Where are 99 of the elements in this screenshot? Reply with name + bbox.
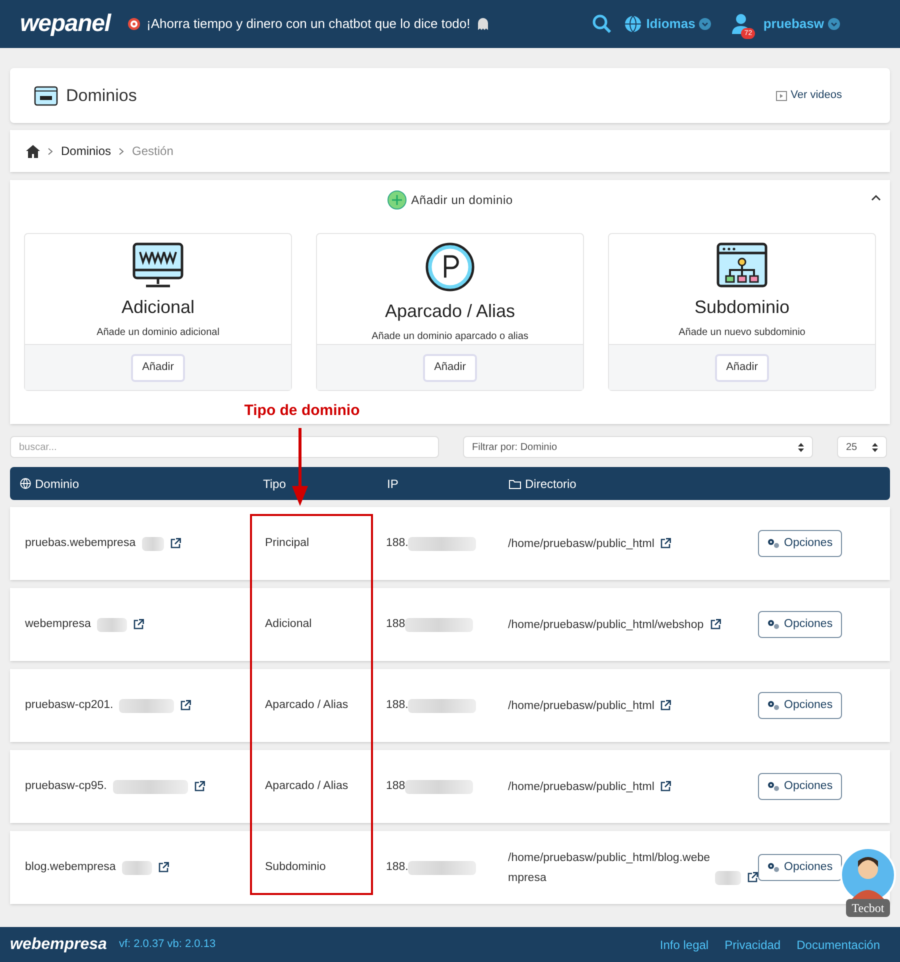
ip-text: 188. bbox=[386, 536, 408, 551]
chatbot-label: Tecbot bbox=[846, 899, 890, 917]
chevron-down-icon bbox=[699, 18, 712, 30]
target-icon bbox=[126, 17, 140, 31]
directory-path: /home/pruebasw/public_html bbox=[508, 780, 654, 794]
domain-text: pruebasw-cp95. bbox=[25, 778, 107, 794]
gears-icon bbox=[767, 700, 780, 711]
domain-text: blog.webempresa bbox=[25, 860, 116, 875]
directory-path: /home/pruebasw/public_html/webshop bbox=[508, 618, 704, 632]
sort-arrows-icon bbox=[872, 442, 878, 452]
version-text: vf: 2.0.37 vb: 2.0.13 bbox=[118, 937, 216, 952]
ip-text: 188 bbox=[386, 616, 406, 632]
options-button[interactable]: Opciones bbox=[758, 530, 842, 557]
blurred-patch bbox=[408, 698, 476, 712]
blurred-patch bbox=[142, 536, 164, 550]
ip-text: 188 bbox=[386, 778, 406, 794]
search-field[interactable]: buscar... bbox=[10, 436, 439, 458]
option-title: Aparcado / Alias bbox=[384, 300, 516, 323]
blurred-patch bbox=[122, 860, 152, 874]
footer-logo: webempresa bbox=[10, 934, 107, 954]
column-header[interactable]: Dominio bbox=[35, 474, 80, 492]
domain-type: Aparcado / Alias bbox=[265, 778, 350, 794]
domain-type: Adicional bbox=[265, 616, 313, 632]
search-icon[interactable] bbox=[592, 14, 612, 34]
sort-arrows-icon bbox=[798, 442, 804, 452]
domain-type: Subdominio bbox=[265, 860, 327, 875]
globe-icon bbox=[20, 478, 31, 489]
option-description: Añade un dominio adicional bbox=[96, 326, 220, 340]
globe-icon bbox=[624, 15, 642, 33]
annotation-label: Tipo de dominio bbox=[244, 401, 360, 421]
ghost-icon bbox=[476, 17, 490, 31]
parking-icon bbox=[424, 242, 476, 292]
external-link-icon[interactable] bbox=[132, 619, 144, 630]
column-header[interactable]: Tipo bbox=[263, 474, 286, 492]
page-title: Dominios bbox=[66, 84, 137, 107]
blurred-patch bbox=[408, 536, 476, 550]
sitemap-icon bbox=[716, 242, 768, 288]
add-button[interactable]: Añadir bbox=[423, 354, 477, 382]
chevron-down-icon bbox=[828, 18, 840, 30]
domain-text: webempresa bbox=[25, 616, 91, 632]
gears-icon bbox=[767, 862, 780, 873]
videos-link[interactable]: Ver videos bbox=[776, 87, 842, 104]
add-icon[interactable] bbox=[387, 190, 408, 210]
domain-type: Aparcado / Alias bbox=[265, 698, 350, 713]
panel-title: Añadir un dominio bbox=[411, 192, 513, 209]
footer-link[interactable]: Documentación bbox=[796, 936, 880, 954]
option-description: Añade un dominio aparcado o alias bbox=[372, 330, 528, 344]
blurred-patch bbox=[408, 860, 476, 874]
blurred-patch bbox=[96, 618, 127, 632]
footer-link[interactable]: Info legal bbox=[660, 936, 709, 954]
add-button[interactable]: Añadir bbox=[715, 354, 769, 382]
domain-text: pruebas.webempresa bbox=[25, 536, 136, 551]
option-title: Subdominio bbox=[694, 296, 790, 319]
external-link-icon[interactable] bbox=[194, 781, 205, 792]
ip-text: 188. bbox=[386, 698, 408, 713]
gears-icon bbox=[767, 781, 780, 792]
external-link-icon[interactable] bbox=[747, 872, 758, 882]
blurred-patch bbox=[119, 698, 174, 712]
external-link-icon[interactable] bbox=[170, 538, 181, 549]
chevron-right-icon bbox=[119, 148, 124, 154]
external-link-icon[interactable] bbox=[710, 618, 721, 630]
logo[interactable]: wepanel bbox=[20, 6, 110, 42]
options-button[interactable]: Opciones bbox=[758, 611, 842, 638]
external-link-icon[interactable] bbox=[180, 700, 192, 711]
external-link-icon[interactable] bbox=[158, 862, 169, 873]
blurred-patch bbox=[405, 780, 474, 794]
folder-icon bbox=[509, 478, 521, 488]
breadcrumb-item: Gestión bbox=[132, 143, 174, 160]
promo-text[interactable]: ¡Ahorra tiempo y dinero con un chatbot que lo dice todo! bbox=[146, 14, 470, 34]
blurred-patch bbox=[405, 618, 474, 632]
chevron-up-icon[interactable] bbox=[870, 193, 882, 203]
filter-select[interactable]: Filtrar por: Dominio bbox=[463, 436, 813, 458]
option-title: Adicional bbox=[121, 296, 195, 319]
column-header[interactable]: Directorio bbox=[525, 474, 576, 492]
breadcrumb-item[interactable]: Dominios bbox=[61, 142, 112, 160]
footer-link[interactable]: Privacidad bbox=[724, 936, 781, 954]
options-button[interactable]: Opciones bbox=[758, 773, 842, 800]
page-size-select[interactable]: 25 bbox=[837, 436, 887, 458]
options-button[interactable]: Opciones bbox=[758, 692, 842, 719]
gears-icon bbox=[767, 538, 780, 549]
domain-text: pruebasw-cp201. bbox=[25, 698, 114, 713]
directory-path: /home/pruebasw/public_html/blog.webempresa bbox=[508, 850, 711, 886]
external-link-icon[interactable] bbox=[660, 780, 672, 792]
external-link-icon[interactable] bbox=[660, 538, 672, 548]
user-menu[interactable]: pruebasw bbox=[763, 14, 840, 34]
ip-text: 188. bbox=[386, 860, 408, 875]
directory-path: /home/pruebasw/public_html bbox=[508, 536, 654, 552]
column-header[interactable]: IP bbox=[387, 474, 398, 492]
chevron-right-icon bbox=[48, 148, 53, 154]
monitor-icon bbox=[132, 242, 184, 288]
option-description: Añade un nuevo subdominio bbox=[678, 326, 806, 340]
home-icon[interactable] bbox=[26, 144, 40, 158]
video-icon bbox=[776, 90, 787, 100]
domain-type: Principal bbox=[265, 536, 310, 551]
gears-icon bbox=[767, 619, 780, 630]
directory-path: /home/pruebasw/public_html bbox=[508, 698, 654, 714]
external-link-icon[interactable] bbox=[660, 700, 672, 710]
language-menu[interactable]: Idiomas bbox=[624, 14, 712, 34]
add-button[interactable]: Añadir bbox=[131, 354, 185, 382]
